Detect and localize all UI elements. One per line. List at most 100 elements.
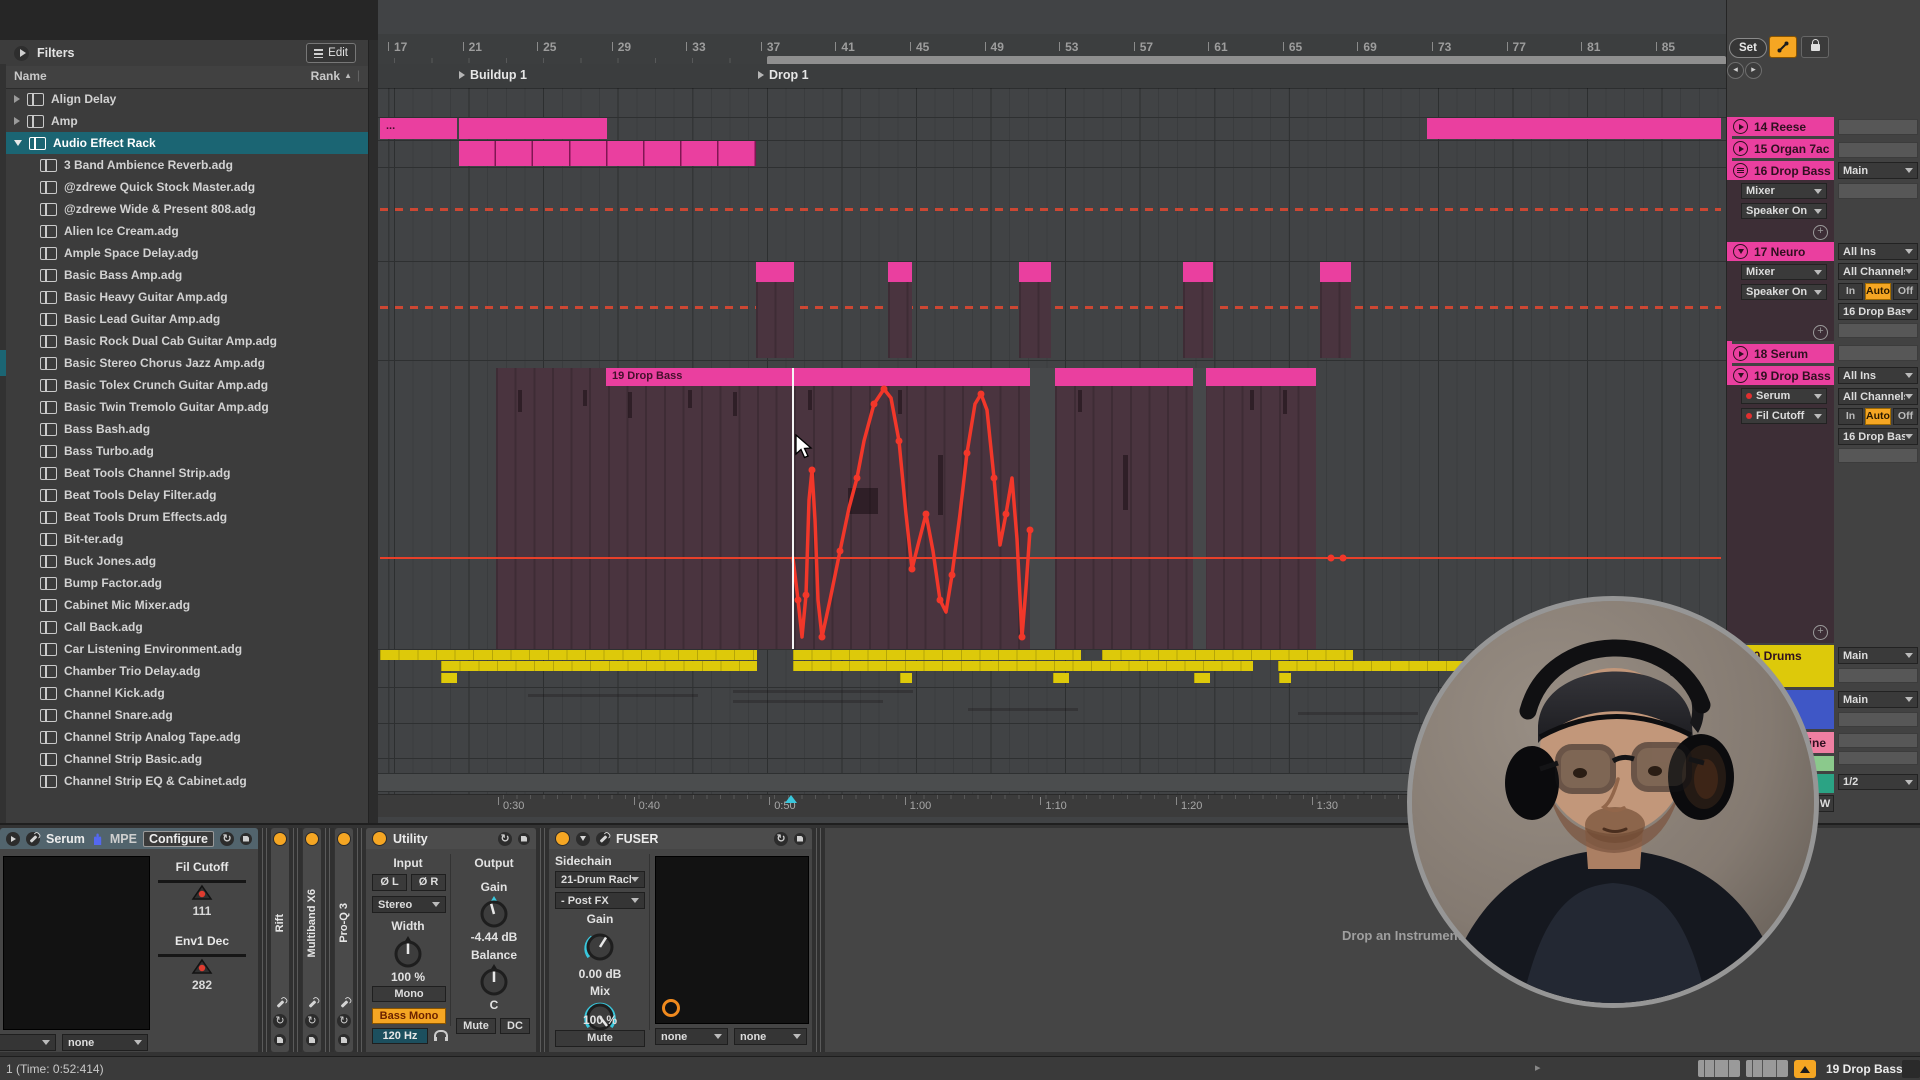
track-header-17-neuro[interactable]: 17 Neuro: [1727, 242, 1834, 261]
monitor-off[interactable]: Off: [1893, 283, 1918, 300]
io-slot[interactable]: [1838, 119, 1918, 135]
configure-button[interactable]: Configure: [143, 831, 214, 847]
add-lane-button[interactable]: +: [1813, 625, 1828, 640]
serum-device-dropdown[interactable]: Serum: [1741, 388, 1827, 404]
drum-clip[interactable]: [1102, 650, 1353, 660]
browser-preset-item[interactable]: Call Back.adg: [0, 616, 368, 638]
browser-preset-item[interactable]: Car Listening Environment.adg: [0, 638, 368, 660]
drum-clip[interactable]: [793, 661, 1253, 671]
browser-folder-audio-effect-rack[interactable]: Audio Effect Rack: [0, 132, 368, 154]
browser-preset-item[interactable]: Basic Lead Guitar Amp.adg: [0, 308, 368, 330]
io-slot[interactable]: [1838, 712, 1918, 727]
device-activator[interactable]: [337, 832, 351, 846]
sc-gain-knob[interactable]: [580, 926, 620, 966]
plugin-param-dropdown[interactable]: none: [655, 1028, 728, 1045]
save-icon[interactable]: [518, 833, 530, 845]
sc-gain-value[interactable]: 0.00 dB: [555, 967, 645, 981]
gain-knob[interactable]: [477, 894, 511, 928]
browser-preset-item[interactable]: Buck Jones.adg: [0, 550, 368, 572]
lock-envelopes-button[interactable]: [1801, 36, 1829, 58]
track-header-19-drop-bass[interactable]: 19 Drop Bass: [1727, 366, 1834, 385]
pro-q3-device-collapsed[interactable]: Pro-Q 3 ↻: [335, 828, 353, 1052]
sidechain-source-dropdown[interactable]: 21-Drum Rack: [555, 871, 645, 888]
re-enable-automation-button[interactable]: [1769, 36, 1797, 58]
utility-titlebar[interactable]: Utility ↻: [366, 828, 536, 849]
output-routing-dropdown[interactable]: 16 Drop Bass: [1838, 428, 1918, 445]
browser-folder-align-delay[interactable]: Align Delay: [0, 88, 368, 110]
io-slot[interactable]: [1838, 142, 1918, 158]
balance-value[interactable]: C: [452, 998, 536, 1012]
hot-swap-icon[interactable]: ↻: [305, 1014, 319, 1028]
io-slot[interactable]: [1838, 448, 1918, 463]
channel-mode-dropdown[interactable]: Stereo: [372, 896, 446, 913]
macro1-value[interactable]: 111: [152, 904, 252, 918]
io-slot[interactable]: [1838, 323, 1918, 338]
browser-preset-item[interactable]: Beat Tools Drum Effects.adg: [0, 506, 368, 528]
hot-swap-icon[interactable]: ↻: [337, 1014, 351, 1028]
plugin-display[interactable]: [3, 856, 150, 1030]
io-slot[interactable]: [1838, 668, 1918, 683]
io-slot[interactable]: [1838, 345, 1918, 361]
input-routing-dropdown[interactable]: All Ins: [1838, 367, 1918, 384]
save-icon[interactable]: [794, 833, 806, 845]
edit-filters-button[interactable]: Edit: [306, 43, 356, 63]
mix-value[interactable]: 100 %: [555, 1013, 645, 1027]
browser-preset-item[interactable]: @zdrewe Quick Stock Master.adg: [0, 176, 368, 198]
width-knob[interactable]: [391, 934, 425, 968]
browser-preset-item[interactable]: Alien Ice Cream.adg: [0, 220, 368, 242]
browser-preset-item[interactable]: Basic Tolex Crunch Guitar Amp.adg: [0, 374, 368, 396]
monitor-auto[interactable]: Auto: [1865, 283, 1891, 300]
browser-preset-item[interactable]: Beat Tools Channel Strip.adg: [0, 462, 368, 484]
device-activator[interactable]: [555, 831, 570, 846]
scroll-left-button[interactable]: ◂: [1727, 62, 1744, 79]
browser-preset-item[interactable]: Basic Stereo Chorus Jazz Amp.adg: [0, 352, 368, 374]
phase-right-button[interactable]: Ø R: [411, 874, 446, 891]
browser-preset-item[interactable]: Bump Factor.adg: [0, 572, 368, 594]
hot-swap-icon[interactable]: [596, 832, 610, 846]
scroll-right-button[interactable]: ▸: [1745, 62, 1762, 79]
wrench-icon[interactable]: [308, 1000, 316, 1008]
fold-icon[interactable]: [1733, 346, 1748, 361]
save-icon[interactable]: [338, 1034, 350, 1046]
browser-preset-item[interactable]: Channel Strip Basic.adg: [0, 748, 368, 770]
phase-left-button[interactable]: Ø L: [372, 874, 407, 891]
output-routing-dropdown[interactable]: Main: [1838, 647, 1918, 664]
rift-device-collapsed[interactable]: Rift ↻: [271, 828, 289, 1052]
monitor-in[interactable]: In: [1838, 283, 1863, 300]
io-slot[interactable]: [1838, 733, 1918, 748]
monitor-off[interactable]: Off: [1893, 408, 1918, 425]
clip-chooser-dropdown[interactable]: 1/2: [1838, 774, 1918, 790]
drum-clip[interactable]: [441, 661, 757, 671]
input-channel-dropdown[interactable]: All Channels: [1838, 263, 1918, 280]
wrench-icon[interactable]: [276, 1000, 284, 1008]
name-column-label[interactable]: Name: [14, 69, 47, 83]
filters-expand-icon[interactable]: [14, 46, 29, 61]
browser-preset-item[interactable]: Channel Strip EQ & Cabinet.adg: [0, 770, 368, 792]
browser-preset-item[interactable]: Basic Bass Amp.adg: [0, 264, 368, 286]
output-routing-dropdown[interactable]: Main: [1838, 162, 1918, 179]
track-header-15-organ[interactable]: 15 Organ 7ac: [1727, 139, 1834, 158]
drum-clip[interactable]: [1279, 673, 1291, 683]
macro2-value[interactable]: 282: [152, 978, 252, 992]
gain-value[interactable]: -4.44 dB: [452, 930, 536, 944]
browser-preset-item[interactable]: 3 Band Ambience Reverb.adg: [0, 154, 368, 176]
monitor-switch[interactable]: In Auto Off: [1838, 283, 1918, 300]
fuser-titlebar[interactable]: FUSER ↻: [549, 828, 812, 849]
io-slot[interactable]: [1838, 183, 1918, 199]
monitor-switch[interactable]: In Auto Off: [1838, 408, 1918, 425]
hot-swap-icon[interactable]: ↻: [273, 1014, 287, 1028]
multiband-x6-device-collapsed[interactable]: Multiband X6 ↻: [303, 828, 321, 1052]
save-icon[interactable]: [274, 1034, 286, 1046]
plugin-param-dropdown[interactable]: none: [62, 1034, 148, 1051]
drum-clip[interactable]: [1053, 673, 1069, 683]
collapse-arrow-icon[interactable]: [14, 140, 22, 146]
fold-icon[interactable]: [1733, 368, 1748, 383]
browser-preset-item[interactable]: Cabinet Mic Mixer.adg: [0, 594, 368, 616]
mixer-device-dropdown[interactable]: Mixer: [1741, 183, 1827, 199]
balance-knob[interactable]: [477, 962, 511, 996]
hot-swap-preset-icon[interactable]: ↻: [774, 832, 788, 846]
browser-preset-item[interactable]: @zdrewe Wide & Present 808.adg: [0, 198, 368, 220]
macro2-knob[interactable]: [191, 958, 213, 975]
drum-clip[interactable]: [1194, 673, 1210, 683]
browser-preset-item[interactable]: Bass Bash.adg: [0, 418, 368, 440]
